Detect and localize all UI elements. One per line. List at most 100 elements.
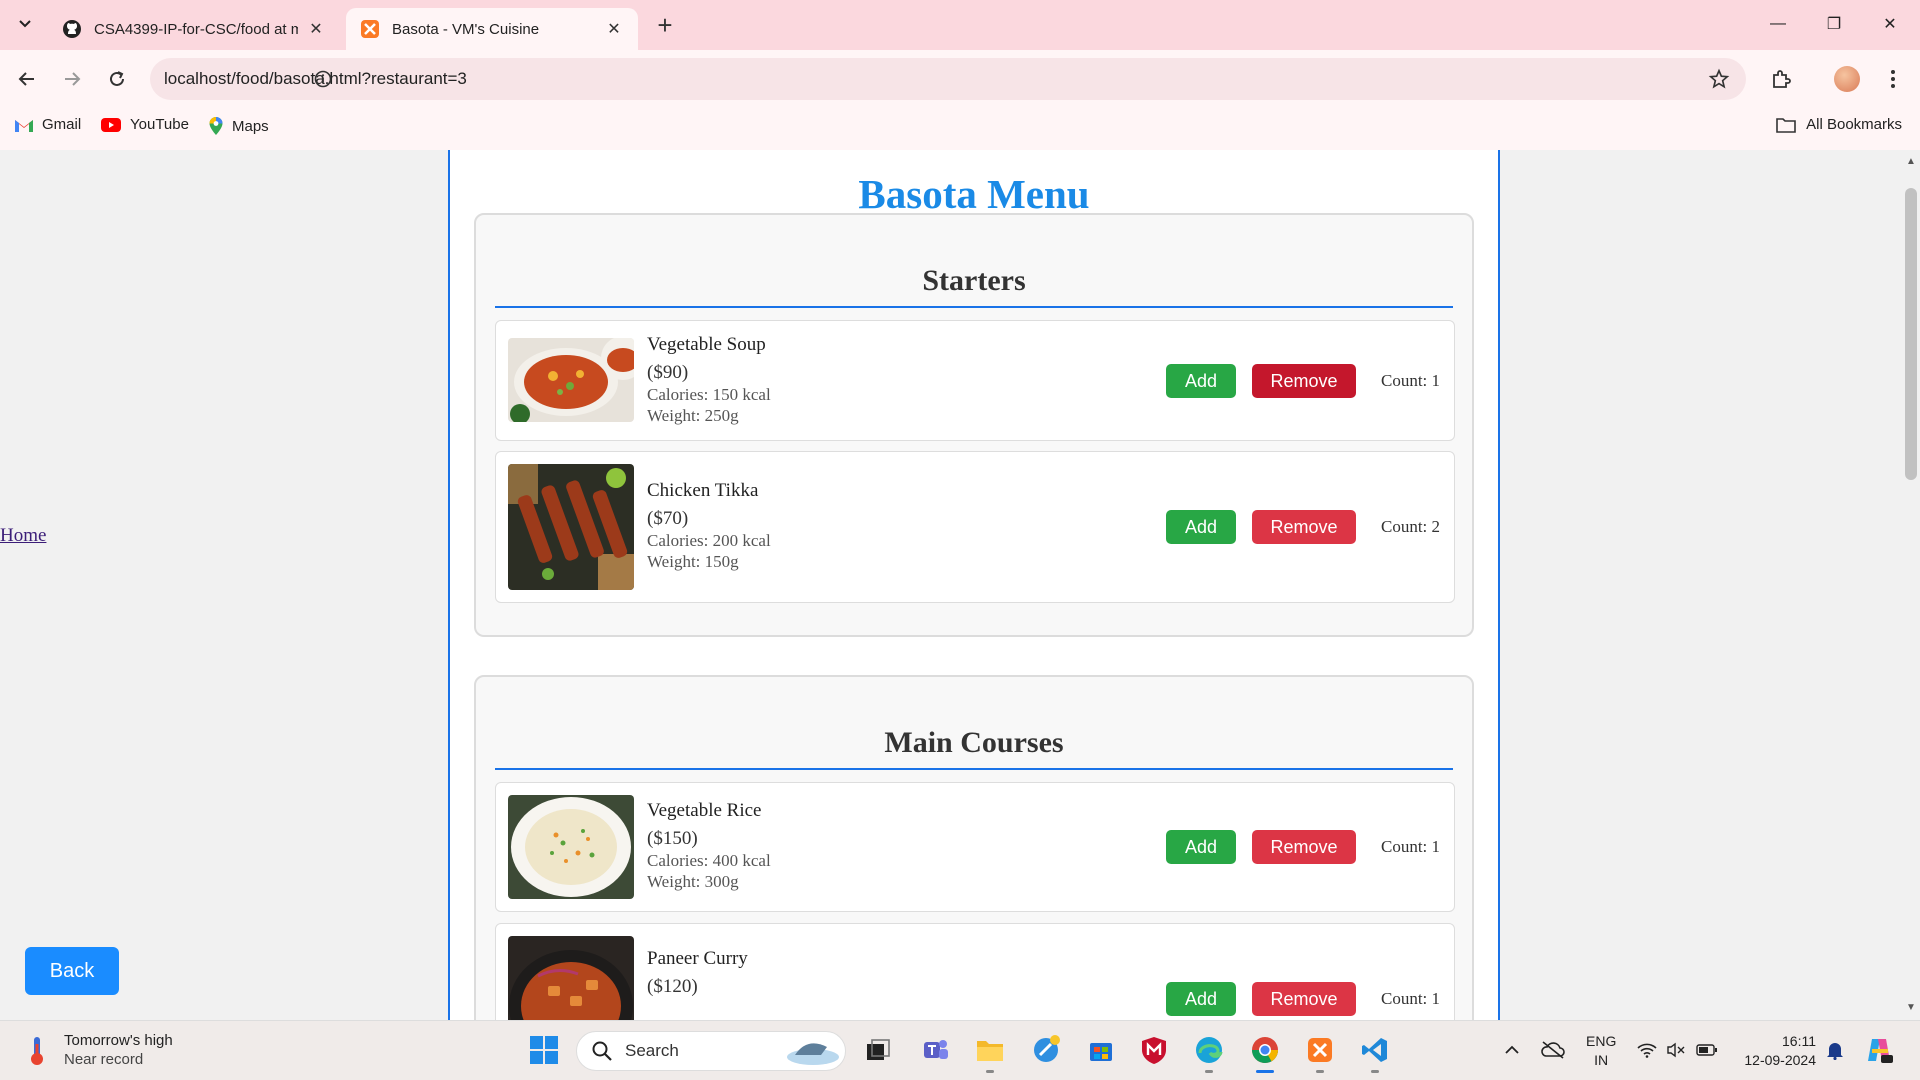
item-name: Chicken Tikka — [647, 480, 759, 501]
remove-button[interactable]: Remove — [1252, 982, 1356, 1016]
scrollbar-thumb[interactable] — [1905, 188, 1917, 480]
chevron-up-icon — [1505, 1045, 1519, 1054]
input-language[interactable]: ENG IN — [1586, 1032, 1616, 1070]
item-calories: Calories: 400 kcal — [647, 851, 771, 870]
chrome-app[interactable] — [1248, 1033, 1282, 1073]
add-button[interactable]: Add — [1166, 364, 1236, 398]
add-button[interactable]: Add — [1166, 982, 1236, 1016]
edge-app[interactable] — [1192, 1033, 1226, 1073]
weather-subtitle: Near record — [64, 1051, 144, 1068]
item-price: ($90) — [647, 362, 689, 383]
address-bar[interactable]: localhost/food/basota.html?restaurant=3 — [150, 58, 1746, 100]
xampp-icon — [361, 20, 379, 38]
back-nav-button[interactable] — [10, 62, 44, 96]
menu-container: Basota Menu Starters Vegetable Soup ($90… — [448, 150, 1500, 1020]
extensions-button[interactable] — [1764, 62, 1798, 96]
avatar — [1834, 66, 1860, 92]
bookmark-label: Maps — [232, 117, 269, 135]
python-app[interactable] — [1029, 1033, 1063, 1067]
page-scrollbar[interactable]: ▲ ▼ — [1904, 150, 1920, 1020]
item-count: Count: 1 — [1381, 837, 1441, 856]
windows-taskbar: Tomorrow's high Near record Search ENG I… — [0, 1020, 1920, 1080]
section-main-courses: Main Courses Vegetable Rice ($150) Calor… — [474, 675, 1474, 1020]
minimize-button[interactable]: — — [1750, 0, 1806, 48]
back-button[interactable]: Back — [25, 947, 119, 995]
add-button[interactable]: Add — [1166, 830, 1236, 864]
paneer-curry-image — [508, 936, 634, 1020]
bookmark-gmail[interactable]: Gmail — [14, 116, 81, 133]
scroll-up-arrow-icon[interactable]: ▲ — [1905, 156, 1917, 168]
weather-widget[interactable]: Tomorrow's high Near record — [24, 1031, 173, 1069]
forward-nav-button[interactable] — [55, 62, 89, 96]
clock[interactable]: 16:11 12-09-2024 — [1744, 1032, 1816, 1070]
bookmark-maps[interactable]: Maps — [208, 116, 269, 136]
item-price: ($150) — [647, 828, 698, 849]
show-hidden-icons-button[interactable] — [1495, 1033, 1529, 1067]
item-info: Paneer Curry ($120) — [647, 948, 748, 998]
xampp-app[interactable] — [1303, 1033, 1337, 1073]
volume-button[interactable] — [1659, 1033, 1693, 1067]
vegetable-rice-image — [508, 795, 634, 899]
edge-icon — [1196, 1037, 1223, 1063]
item-name: Paneer Curry — [647, 948, 748, 969]
all-bookmarks-button[interactable]: All Bookmarks — [1776, 116, 1902, 133]
teams-app[interactable] — [918, 1033, 952, 1067]
bookmark-star-icon[interactable] — [1708, 68, 1730, 90]
running-indicator — [1316, 1070, 1324, 1073]
running-indicator — [1371, 1070, 1379, 1073]
chicken-tikka-image — [508, 464, 634, 590]
home-link[interactable]: Home — [0, 525, 46, 547]
tab-search-button[interactable] — [8, 6, 42, 42]
restore-button[interactable]: ❐ — [1806, 0, 1862, 48]
notifications-button[interactable] — [1818, 1033, 1852, 1067]
item-weight: Weight: 250g — [647, 406, 739, 425]
python-icon — [1034, 1035, 1060, 1062]
store-app[interactable] — [1084, 1033, 1118, 1067]
task-view-button[interactable] — [861, 1033, 895, 1067]
close-icon[interactable]: ✕ — [306, 19, 326, 39]
teams-icon — [924, 1040, 948, 1059]
remove-button[interactable]: Remove — [1252, 830, 1356, 864]
browser-toolbar: localhost/food/basota.html?restaurant=3 … — [0, 50, 1920, 158]
reload-button[interactable] — [100, 62, 134, 96]
taskbar-search[interactable]: Search — [576, 1031, 846, 1071]
copilot-button[interactable] — [1862, 1033, 1896, 1067]
windows-logo-icon — [530, 1036, 558, 1064]
section-starters: Starters Vegetable Soup ($90) Calories: … — [474, 213, 1474, 637]
chrome-icon — [1251, 1037, 1279, 1064]
new-tab-button[interactable]: + — [650, 10, 680, 40]
item-calories: Calories: 200 kcal — [647, 531, 771, 550]
file-explorer-app[interactable] — [973, 1033, 1007, 1073]
arrow-left-icon — [18, 72, 34, 86]
close-icon[interactable]: ✕ — [604, 19, 624, 39]
menu-item: Vegetable Rice ($150) Calories: 400 kcal… — [495, 782, 1455, 912]
mcafee-app[interactable] — [1137, 1033, 1171, 1067]
scroll-down-arrow-icon[interactable]: ▼ — [1905, 1002, 1917, 1014]
battery-button[interactable] — [1690, 1033, 1724, 1067]
tab-basota[interactable]: Basota - VM's Cuisine ✕ — [346, 8, 638, 50]
vscode-app[interactable] — [1358, 1033, 1392, 1073]
tab-title: Basota - VM's Cuisine — [392, 20, 540, 38]
dolphin-illustration-icon — [787, 1043, 839, 1065]
start-button[interactable] — [527, 1033, 561, 1067]
profile-button[interactable] — [1830, 62, 1864, 96]
item-name: Vegetable Soup — [647, 334, 766, 355]
wifi-icon — [1637, 1043, 1657, 1058]
site-info-icon[interactable] — [313, 69, 333, 89]
volume-muted-icon — [1667, 1042, 1685, 1058]
menu-item: Vegetable Soup ($90) Calories: 150 kcal … — [495, 320, 1455, 441]
tab-github[interactable]: CSA4399-IP-for-CSC/food at m ✕ — [48, 8, 340, 50]
folder-icon — [1776, 117, 1796, 133]
section-heading: Main Courses — [884, 726, 1064, 759]
remove-button[interactable]: Remove — [1252, 364, 1356, 398]
add-button[interactable]: Add — [1166, 510, 1236, 544]
all-bookmarks-label: All Bookmarks — [1806, 116, 1902, 133]
remove-button[interactable]: Remove — [1252, 510, 1356, 544]
window-close-button[interactable]: ✕ — [1862, 0, 1918, 48]
item-info: Chicken Tikka ($70) Calories: 200 kcal W… — [647, 480, 771, 572]
browser-menu-button[interactable] — [1876, 62, 1910, 96]
item-price: ($70) — [647, 508, 689, 529]
task-view-icon — [867, 1039, 890, 1060]
bookmark-youtube[interactable]: YouTube — [100, 116, 189, 133]
onedrive-button[interactable] — [1536, 1033, 1570, 1067]
